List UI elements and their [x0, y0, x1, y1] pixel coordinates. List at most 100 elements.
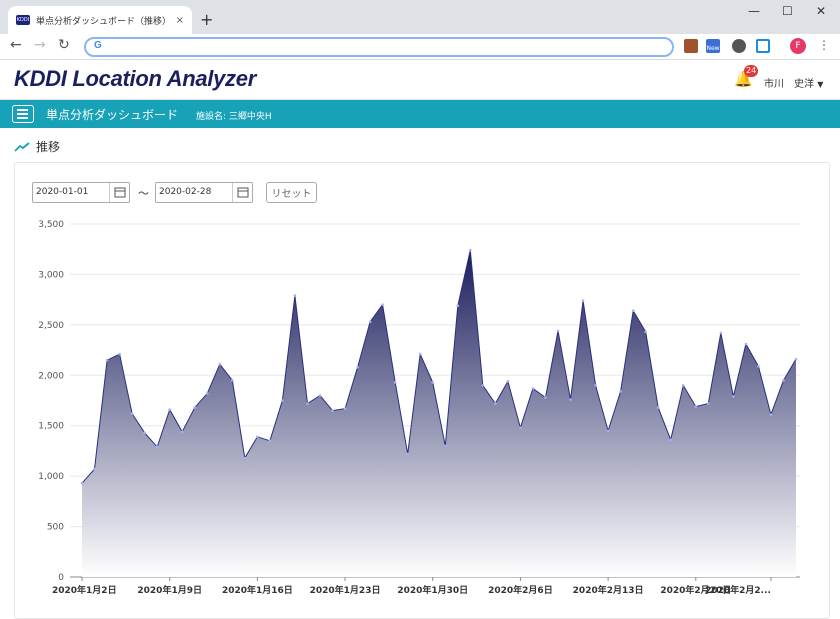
new-tab-button[interactable]: + [200, 10, 213, 29]
section-title: 推移 [14, 138, 60, 155]
browser-menu-icon[interactable]: ⋮ [818, 38, 830, 52]
data-point[interactable] [481, 384, 485, 387]
data-point[interactable] [343, 407, 347, 410]
brand-logo[interactable]: KDDI Location Analyzer [14, 66, 256, 92]
user-name: 市川 史洋 [764, 79, 814, 90]
data-point[interactable] [356, 365, 359, 369]
app-header: KDDI Location Analyzer 🔔 24 市川 史洋 ▼ [0, 60, 840, 100]
data-point[interactable] [393, 381, 397, 384]
data-point[interactable] [594, 384, 597, 387]
data-point[interactable] [306, 402, 309, 405]
data-point[interactable] [418, 352, 422, 356]
data-point[interactable] [443, 444, 447, 448]
data-point[interactable] [431, 381, 435, 384]
back-arrow-icon[interactable]: ← [10, 37, 22, 53]
data-point[interactable] [130, 412, 134, 415]
data-point[interactable] [268, 439, 272, 443]
extension-new-icon[interactable]: New [706, 39, 720, 53]
data-point[interactable] [456, 304, 460, 307]
tab-title: 単点分析ダッシュボード（推移） - K [36, 16, 172, 27]
y-tick-label: 1,000 [38, 472, 64, 482]
end-date-value: 2020-02-28 [159, 187, 212, 197]
data-point[interactable] [782, 379, 785, 382]
data-point[interactable] [368, 320, 372, 324]
reset-button[interactable]: リセット [266, 182, 317, 203]
data-point[interactable] [469, 248, 472, 252]
data-point[interactable] [143, 431, 146, 435]
data-point[interactable] [669, 438, 673, 442]
caret-down-icon: ▼ [817, 80, 824, 89]
calendar-icon[interactable] [232, 183, 252, 202]
data-point[interactable] [757, 364, 760, 368]
date-range-separator: ～ [138, 187, 149, 200]
extension-capture-icon[interactable] [756, 39, 770, 53]
x-tick-label: 2020年2月2... [705, 584, 771, 596]
maximize-button[interactable]: ☐ [782, 4, 793, 18]
extension-circle-icon[interactable] [732, 39, 746, 53]
data-point[interactable] [794, 357, 798, 361]
close-window-button[interactable]: ✕ [816, 4, 826, 18]
extension-pdf-icon[interactable] [684, 39, 698, 53]
data-point[interactable] [681, 384, 685, 387]
data-point[interactable] [118, 352, 121, 356]
x-tick-label: 2020年2月13日 [573, 584, 644, 596]
hamburger-menu-button[interactable] [12, 105, 34, 123]
end-date-input[interactable]: 2020-02-28 [155, 182, 253, 203]
data-point[interactable] [80, 481, 84, 485]
data-point[interactable] [606, 429, 610, 433]
data-point[interactable] [644, 330, 647, 334]
data-point[interactable] [494, 402, 497, 405]
data-point[interactable] [556, 329, 560, 333]
data-point[interactable] [331, 409, 334, 412]
page-title: 単点分析ダッシュボード [46, 108, 179, 122]
reload-icon[interactable]: ↻ [58, 37, 70, 53]
data-point[interactable] [506, 380, 510, 383]
data-point[interactable] [293, 294, 297, 297]
kddi-favicon-icon: KDDI [16, 15, 30, 25]
start-date-input[interactable]: 2020-01-01 [32, 182, 130, 203]
data-point[interactable] [105, 358, 109, 362]
data-point[interactable] [519, 426, 522, 430]
page-title-bar: 単点分析ダッシュボード 施設名: 三郷中央H [0, 100, 840, 128]
calendar-icon[interactable] [109, 183, 129, 202]
data-point[interactable] [281, 399, 284, 402]
data-point[interactable] [318, 394, 322, 397]
data-point[interactable] [732, 395, 735, 398]
data-point[interactable] [218, 362, 222, 366]
data-point[interactable] [569, 398, 572, 401]
data-point[interactable] [769, 413, 773, 416]
data-point[interactable] [531, 387, 535, 390]
trend-line-icon [14, 141, 30, 152]
user-menu[interactable]: 市川 史洋 ▼ [764, 75, 823, 90]
data-point[interactable] [744, 342, 748, 346]
data-point[interactable] [694, 405, 698, 408]
data-point[interactable] [205, 392, 209, 395]
y-tick-label: 2,000 [38, 371, 64, 381]
data-point[interactable] [719, 331, 723, 335]
minimize-button[interactable]: — [748, 4, 760, 18]
forward-arrow-icon[interactable]: → [34, 37, 46, 53]
data-point[interactable] [93, 467, 96, 471]
x-tick-label: 2020年2月6日 [488, 584, 553, 596]
data-point[interactable] [631, 309, 635, 313]
address-bar[interactable]: G [84, 37, 674, 57]
trend-area-chart: 0 500 1,000 1,500 2,000 2,500 3,000 3,500 2020年… [38, 220, 800, 596]
data-point[interactable] [581, 299, 585, 302]
data-point[interactable] [256, 435, 259, 439]
data-point[interactable] [180, 430, 184, 434]
data-point[interactable] [168, 408, 171, 411]
data-point[interactable] [707, 402, 710, 405]
data-point[interactable] [193, 406, 197, 409]
data-point[interactable] [544, 396, 547, 399]
data-point[interactable] [231, 379, 234, 382]
data-point[interactable] [155, 445, 159, 449]
data-point[interactable] [381, 303, 384, 306]
profile-avatar[interactable]: F [790, 38, 806, 54]
tab-close-icon[interactable]: × [176, 15, 184, 26]
data-point[interactable] [406, 452, 409, 456]
browser-toolbar: ← → ↻ G New F ⋮ [0, 34, 840, 60]
data-point[interactable] [243, 456, 247, 460]
data-point[interactable] [619, 390, 622, 393]
browser-tab[interactable]: KDDI 単点分析ダッシュボード（推移） - K × [8, 6, 192, 34]
data-point[interactable] [656, 406, 660, 409]
